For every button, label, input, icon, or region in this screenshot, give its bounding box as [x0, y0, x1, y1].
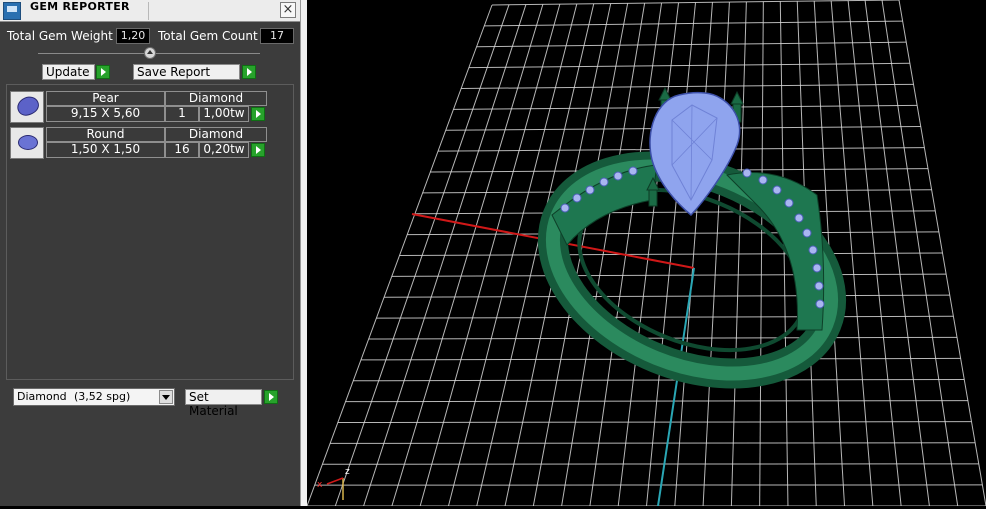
- total-gem-weight-label: Total Gem Weight: [7, 29, 113, 43]
- grid-line: [353, 380, 964, 381]
- gem-select-go-icon[interactable]: [251, 107, 265, 121]
- save-report-button[interactable]: Save Report: [133, 64, 240, 80]
- gem-material-cell: Diamond: [165, 127, 267, 142]
- material-select[interactable]: Diamond (3,52 spg): [13, 388, 175, 406]
- material-select-spec: (3,52 spg): [74, 389, 130, 404]
- axis-z-label: z: [345, 467, 350, 477]
- gem-size-cell: 1,50 X 1,50: [46, 142, 165, 158]
- update-go-icon[interactable]: [96, 65, 110, 79]
- close-button[interactable]: ×: [280, 2, 296, 18]
- gem-shape-cell: Round: [46, 127, 165, 142]
- panel-titlebar: GEM REPORTER ×: [0, 0, 300, 22]
- gem-weight-cell: 1,00tw: [199, 106, 249, 122]
- grid-plane: [307, 0, 986, 506]
- gem-count-cell: 16: [165, 142, 199, 158]
- gem-select-go-icon[interactable]: [251, 143, 265, 157]
- round-gem-icon: [18, 135, 38, 150]
- grid-line: [346, 401, 968, 402]
- update-button[interactable]: Update: [42, 64, 95, 80]
- material-select-name: Diamond: [17, 390, 67, 403]
- ring-model: [522, 88, 862, 412]
- app-icon: [3, 2, 21, 20]
- axis-x-label: x: [317, 480, 323, 490]
- set-material-button[interactable]: Set Material: [185, 389, 262, 405]
- panel-splitter[interactable]: [300, 0, 307, 506]
- gem-thumbnail[interactable]: [10, 91, 44, 123]
- collapse-toggle[interactable]: [144, 47, 156, 59]
- gem-thumbnail[interactable]: [10, 127, 44, 159]
- gem-reporter-panel: GEM REPORTER × Total Gem Weight 1,20 Tot…: [0, 0, 300, 506]
- gem-shape-cell: Pear: [46, 91, 165, 106]
- gem-material-cell: Diamond: [165, 91, 267, 106]
- title-divider: [148, 2, 149, 20]
- set-material-go-icon[interactable]: [264, 390, 278, 404]
- grid-line: [338, 422, 972, 423]
- y-axis-line: [658, 268, 694, 506]
- gem-size-cell: 9,15 X 5,60: [46, 106, 165, 122]
- 3d-viewport[interactable]: z x: [307, 0, 986, 506]
- viewport-canvas[interactable]: z x: [307, 0, 986, 506]
- total-gem-count-value: 17: [260, 28, 294, 44]
- gem-count-cell: 1: [165, 106, 199, 122]
- grid-line: [330, 443, 975, 444]
- total-gem-weight-value: 1,20: [116, 28, 150, 44]
- gem-weight-cell: 0,20tw: [199, 142, 249, 158]
- save-report-go-icon[interactable]: [242, 65, 256, 79]
- panel-title: GEM REPORTER: [30, 0, 130, 13]
- pear-gem-icon: [14, 93, 42, 119]
- axis-gizmo: z x: [317, 467, 350, 500]
- total-gem-count-label: Total Gem Count: [158, 29, 258, 43]
- chevron-down-icon[interactable]: [159, 390, 173, 404]
